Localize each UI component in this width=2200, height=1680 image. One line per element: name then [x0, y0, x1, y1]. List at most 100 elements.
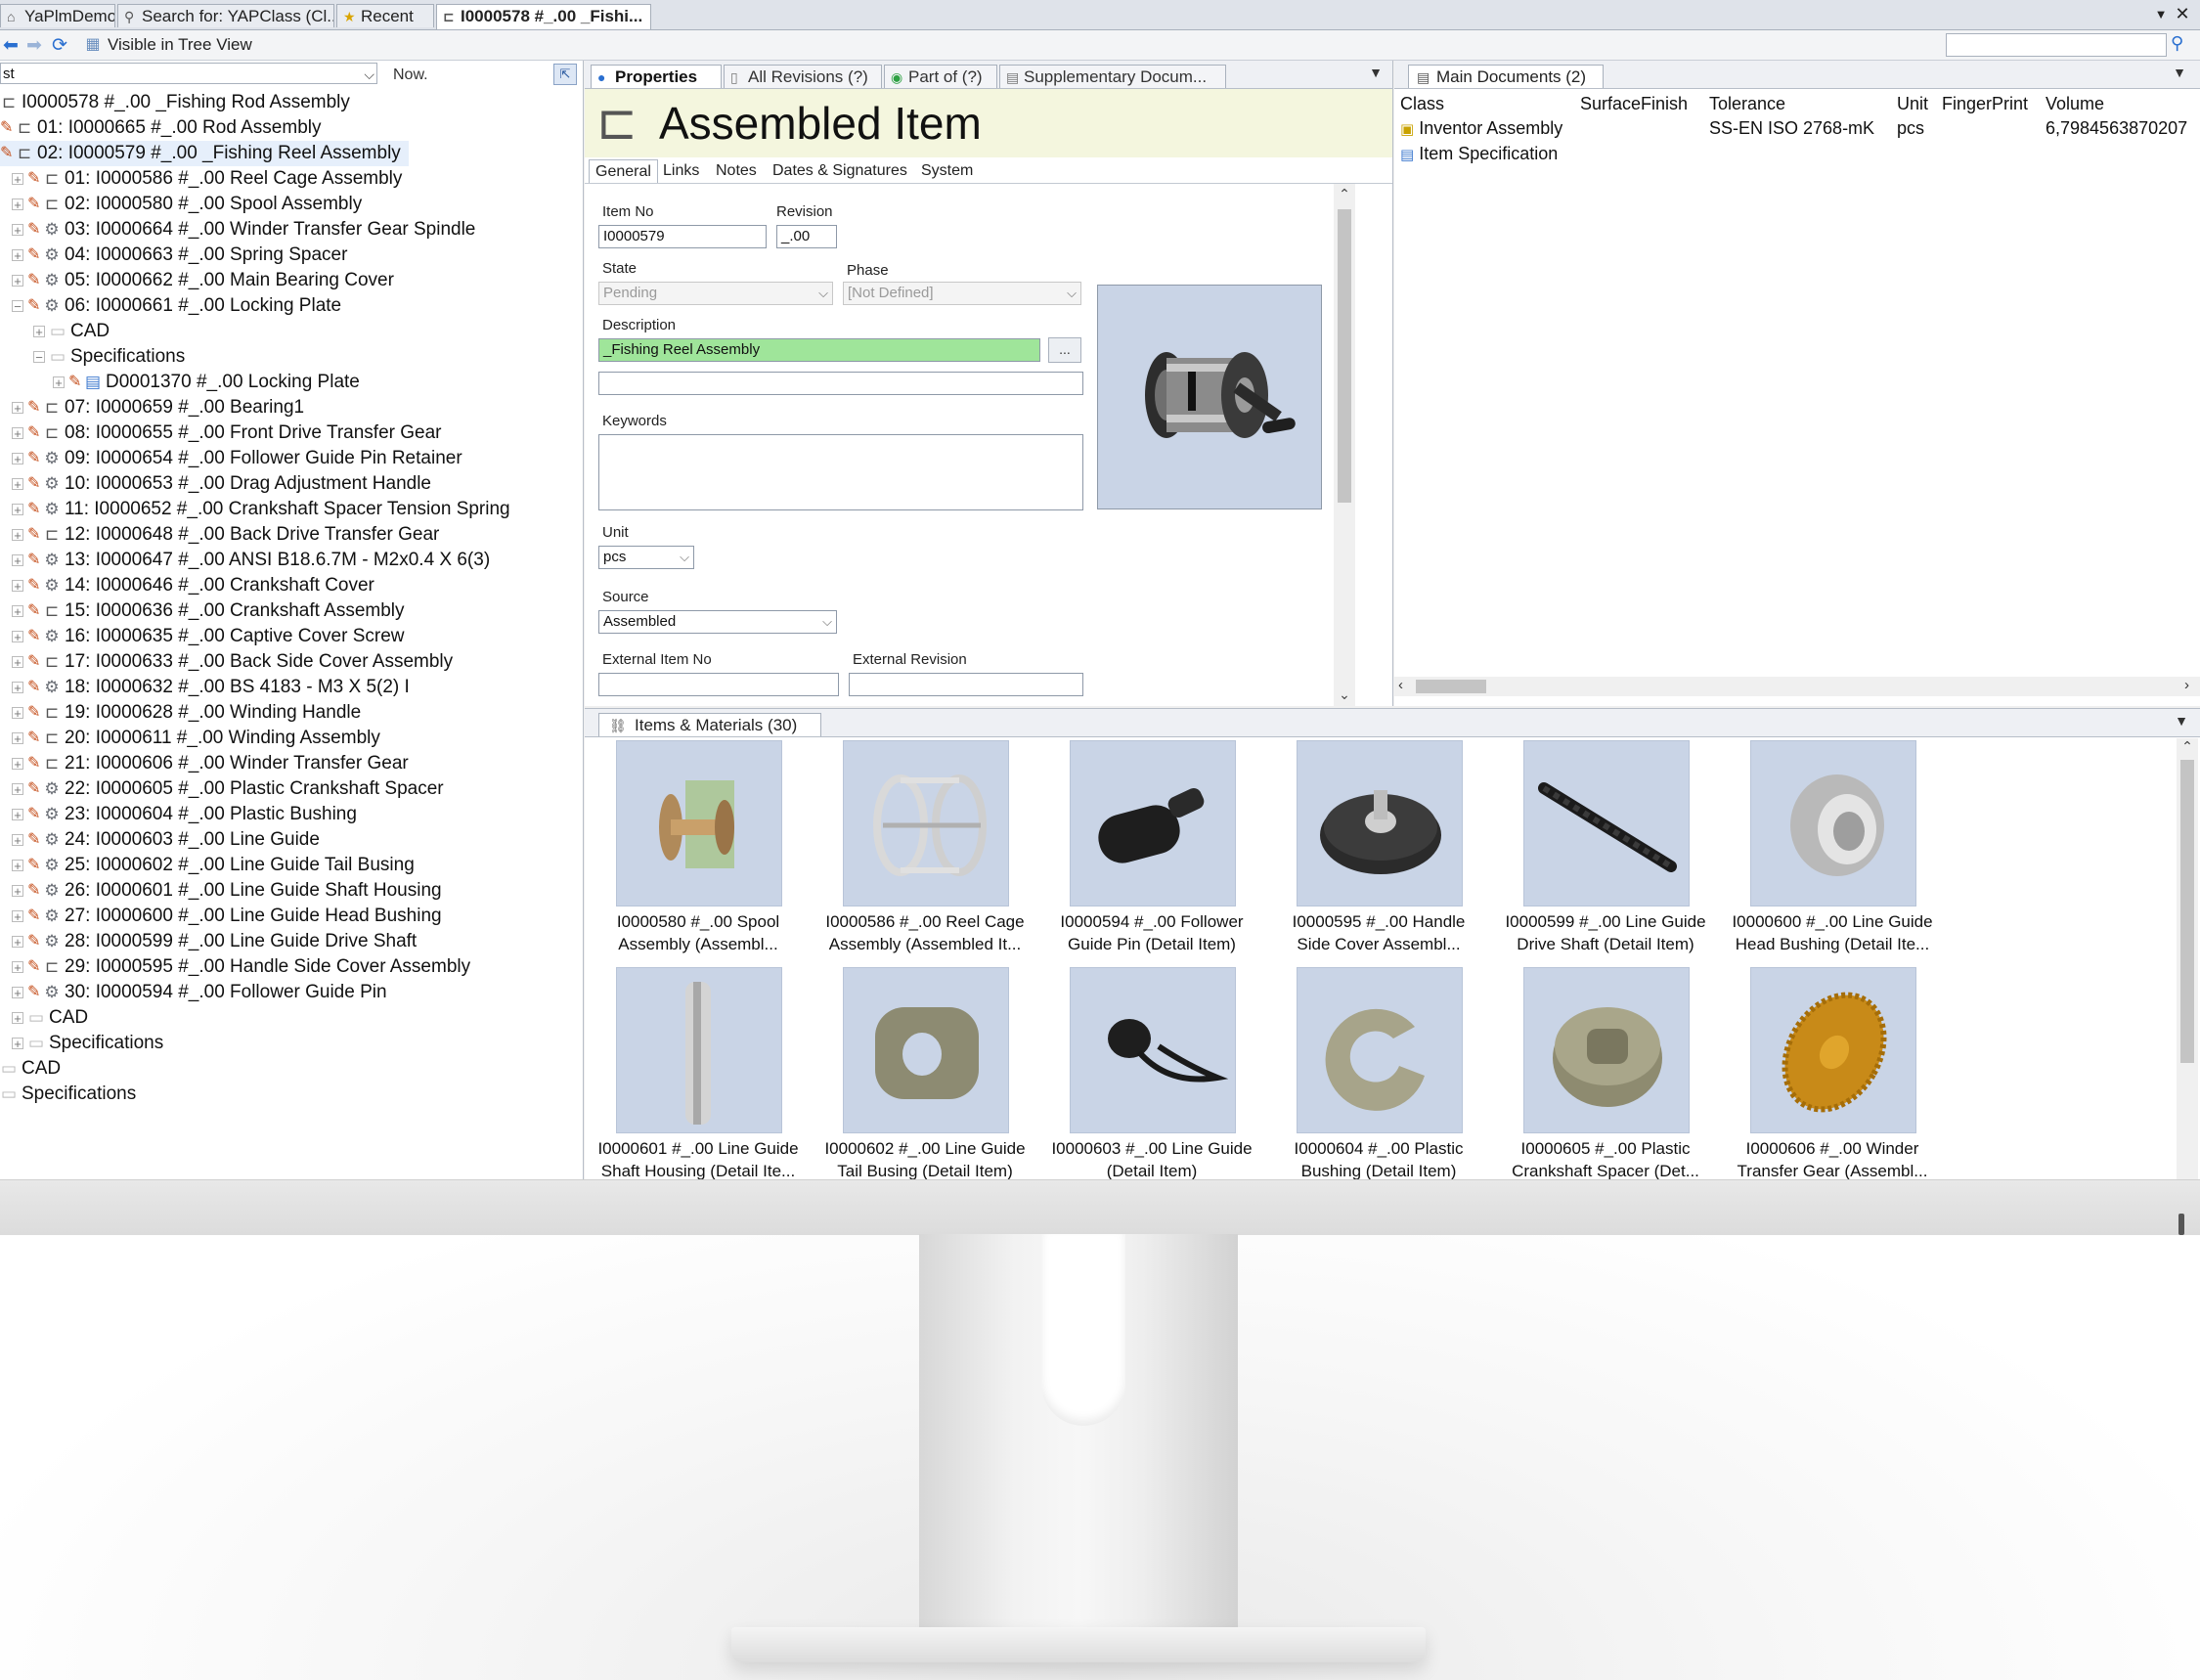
tab-fishing-rod[interactable]: ⊏ I0000578 #_.00 _Fishi...: [436, 4, 651, 29]
item-tile[interactable]: I0000604 #_.00 Plastic Bushing (Detail It…: [1265, 967, 1492, 1179]
column-header-unit[interactable]: Unit: [1897, 94, 1928, 114]
scrollbar-thumb[interactable]: [1338, 209, 1351, 503]
tree-row-cad-folder[interactable]: + ▭ CAD: [33, 319, 110, 344]
expand-icon[interactable]: +: [12, 732, 23, 745]
expand-icon[interactable]: +: [12, 199, 23, 211]
tree-row-document[interactable]: + ✎ ▤ D0001370 #_.00 Locking Plate: [53, 370, 360, 395]
tree-row[interactable]: + ✎ ⚙ 11: I0000652 #_.00 Crankshaft Spacer …: [12, 497, 510, 522]
tree-row[interactable]: + ✎ ⚙ 24: I0000603 #_.00 Line Guide: [12, 827, 320, 853]
close-icon[interactable]: ✕: [2173, 4, 2192, 24]
tree-row[interactable]: + ✎ ⊏ 02: I0000580 #_.00 Spool Assembly: [12, 192, 362, 217]
item-tile[interactable]: I0000586 #_.00 Reel Cage Assembly (Assemb…: [812, 740, 1038, 960]
tree-row[interactable]: + ✎ ⚙ 28: I0000599 #_.00 Line Guide Drive S…: [12, 929, 417, 954]
scroll-down-icon[interactable]: ⌄: [1336, 686, 1353, 703]
tree-row[interactable]: + ✎ ⊏ 08: I0000655 #_.00 Front Drive Transf…: [12, 420, 442, 446]
tree-row[interactable]: + ✎ ⊏ 12: I0000648 #_.00 Back Drive Transfe…: [12, 522, 439, 548]
expand-icon[interactable]: +: [12, 783, 23, 796]
pane-menu-icon[interactable]: ▼: [2173, 65, 2186, 80]
expand-icon[interactable]: +: [12, 1038, 23, 1050]
expand-icon[interactable]: +: [12, 478, 23, 491]
tree-row[interactable]: + ✎ ⊏ 19: I0000628 #_.00 Winding Handle: [12, 700, 361, 726]
item-tile[interactable]: I0000595 #_.00 Handle Side Cover Assembl.…: [1265, 740, 1492, 960]
tree-row-specifications-folder[interactable]: − ▭ Specifications: [33, 344, 185, 370]
tab-main-documents[interactable]: ▤ Main Documents (2): [1408, 65, 1604, 88]
visible-in-tree-toggle[interactable]: Visible in Tree View: [108, 35, 252, 55]
scroll-up-icon[interactable]: ⌃: [1336, 186, 1353, 202]
tab-part-of[interactable]: ◉ Part of (?): [884, 65, 997, 88]
tree-row[interactable]: + ✎ ⊏ 15: I0000636 #_.00 Crankshaft Assembl…: [12, 598, 405, 624]
tab-items-materials[interactable]: ⛓ Items & Materials (30): [598, 713, 821, 736]
tab-properties[interactable]: ● Properties: [591, 65, 722, 88]
expand-icon[interactable]: +: [12, 987, 23, 999]
expand-icon[interactable]: +: [12, 682, 23, 694]
expand-icon[interactable]: +: [12, 860, 23, 872]
tree-row[interactable]: + ✎ ⚙ 16: I0000635 #_.00 Captive Cover Scre…: [12, 624, 405, 649]
properties-scrollbar[interactable]: ⌃ ⌄: [1334, 184, 1355, 706]
item-tile[interactable]: I0000594 #_.00 Follower Guide Pin (Detail…: [1038, 740, 1265, 960]
item-tile[interactable]: I0000580 #_.00 Spool Assembly (Assembl...: [585, 740, 812, 960]
unit-select[interactable]: pcs ⌵: [598, 546, 694, 569]
scrollbar-thumb[interactable]: [2180, 760, 2194, 1063]
tree-row[interactable]: + ✎ ⊏ 01: I0000586 #_.00 Reel Cage Assembly: [12, 166, 402, 192]
description-2-field[interactable]: [598, 372, 1083, 395]
item-tile[interactable]: I0000606 #_.00 Winder Transfer Gear (Asse…: [1719, 967, 1946, 1179]
tree-row-selected[interactable]: ✎ ⊏ 02: I0000579 #_.00 _Fishing Reel Assem…: [0, 141, 409, 166]
tree-row[interactable]: + ✎ ⚙ 26: I0000601 #_.00 Line Guide Shaft H…: [12, 878, 442, 904]
items-scrollbar[interactable]: ⌃: [2177, 738, 2198, 1179]
refresh-icon[interactable]: ⟳: [49, 34, 70, 57]
expand-icon[interactable]: +: [12, 529, 23, 542]
tab-search[interactable]: ⚲ Search for: YAPClass (Cl...: [117, 4, 334, 27]
item-no-field[interactable]: I0000579: [598, 225, 767, 248]
expand-icon[interactable]: +: [12, 580, 23, 593]
column-header-volume[interactable]: Volume: [2046, 94, 2104, 114]
main-documents-hscrollbar[interactable]: ‹ ›: [1394, 677, 2200, 696]
tree-row[interactable]: + ✎ ⚙ 23: I0000604 #_.00 Plastic Bushing: [12, 802, 357, 827]
tab-all-revisions[interactable]: ▯ All Revisions (?): [724, 65, 882, 88]
tree-row[interactable]: + ✎ ⚙ 18: I0000632 #_.00 BS 4183 - M3 X 5(2…: [12, 675, 410, 700]
expand-icon[interactable]: +: [12, 249, 23, 262]
tree-row[interactable]: + ✎ ⚙ 25: I0000602 #_.00 Line Guide Tail Bu…: [12, 853, 415, 878]
expand-icon[interactable]: +: [12, 758, 23, 771]
tree-row[interactable]: + ✎ ⚙ 27: I0000600 #_.00 Line Guide Head Bu…: [12, 904, 442, 929]
tree-row-cad-folder[interactable]: + ▭ CAD: [12, 1005, 88, 1031]
collapse-icon[interactable]: −: [12, 300, 23, 313]
expand-icon[interactable]: +: [12, 453, 23, 465]
expand-icon[interactable]: +: [12, 554, 23, 567]
item-tile[interactable]: I0000602 #_.00 Line Guide Tail Busing (De…: [812, 967, 1038, 1179]
scrollbar-thumb[interactable]: [1416, 680, 1486, 693]
item-tile[interactable]: I0000599 #_.00 Line Guide Drive Shaft (De…: [1492, 740, 1719, 960]
collapse-icon[interactable]: −: [33, 351, 45, 364]
tree-row[interactable]: + ✎ ⚙ 05: I0000662 #_.00 Main Bearing Cover: [12, 268, 394, 293]
pin-pane-icon[interactable]: ⇱: [553, 64, 577, 85]
expand-icon[interactable]: +: [12, 910, 23, 923]
item-tile[interactable]: I0000601 #_.00 Line Guide Shaft Housing (…: [585, 967, 812, 1179]
revision-field[interactable]: _.00: [776, 225, 837, 248]
expand-icon[interactable]: +: [12, 275, 23, 287]
table-row[interactable]: ▣ Inventor Assembly: [1400, 115, 1562, 141]
pane-menu-icon[interactable]: ▼: [1369, 65, 1383, 80]
external-item-no-field[interactable]: [598, 673, 839, 696]
keywords-textarea[interactable]: [598, 434, 1083, 510]
expand-icon[interactable]: +: [12, 885, 23, 898]
expand-icon[interactable]: +: [12, 427, 23, 440]
tree-row[interactable]: + ✎ ⚙ 10: I0000653 #_.00 Drag Adjustment Ha…: [12, 471, 431, 497]
tree-row[interactable]: + ✎ ⊏ 07: I0000659 #_.00 Bearing1: [12, 395, 304, 420]
tree-row[interactable]: + ✎ ⚙ 04: I0000663 #_.00 Spring Spacer: [12, 243, 347, 268]
item-tile[interactable]: I0000600 #_.00 Line Guide Head Bushing (D…: [1719, 740, 1946, 960]
forward-arrow-icon[interactable]: ➡: [23, 34, 45, 57]
expand-icon[interactable]: +: [12, 809, 23, 821]
expand-icon[interactable]: +: [12, 402, 23, 415]
expand-icon[interactable]: +: [12, 961, 23, 974]
tree-row[interactable]: + ✎ ⊏ 17: I0000633 #_.00 Back Side Cover As…: [12, 649, 453, 675]
state-select[interactable]: Pending ⌵: [598, 282, 833, 305]
expand-icon[interactable]: +: [12, 504, 23, 516]
phase-select[interactable]: [Not Defined] ⌵: [843, 282, 1081, 305]
source-select[interactable]: Assembled ⌵: [598, 610, 837, 634]
tree-row[interactable]: + ✎ ⊏ 29: I0000595 #_.00 Handle Side Cover …: [12, 954, 470, 980]
subtab-dates-signatures[interactable]: Dates & Signatures: [767, 159, 913, 183]
tree-row[interactable]: + ✎ ⊏ 20: I0000611 #_.00 Winding Assembly: [12, 726, 380, 751]
expand-icon[interactable]: +: [12, 1012, 23, 1025]
column-header-surface-finish[interactable]: SurfaceFinish: [1580, 94, 1688, 114]
subtab-links[interactable]: Links: [657, 159, 705, 183]
tree-row[interactable]: + ✎ ⚙ 03: I0000664 #_.00 Winder Transfer Ge…: [12, 217, 475, 243]
